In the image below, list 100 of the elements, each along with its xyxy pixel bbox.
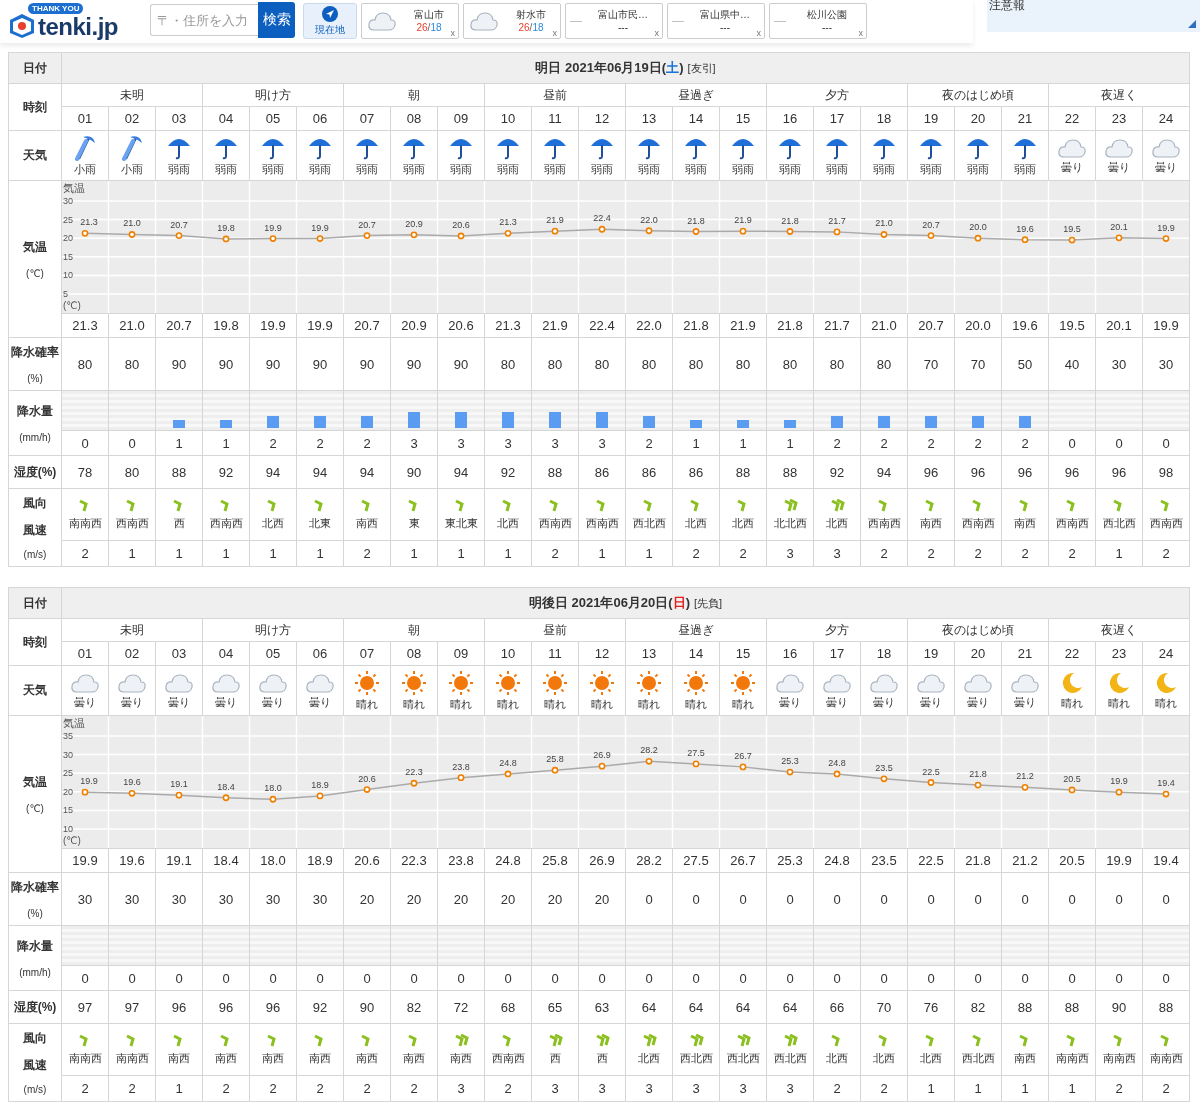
- wind-direction: 北西: [732, 515, 754, 531]
- data-label: 19.9: [311, 222, 329, 233]
- humidity-cell: 86: [626, 456, 672, 488]
- period-cell: 朝: [344, 619, 484, 641]
- period-cell: 明け方: [203, 619, 343, 641]
- data-label: 18.4: [217, 781, 235, 792]
- row-label: 時刻: [23, 633, 47, 651]
- hour-cell: 01: [62, 107, 108, 130]
- wind-direction: 西南西: [585, 515, 619, 531]
- data-label: 26.7: [734, 750, 752, 761]
- humidity-cell: 80: [109, 456, 155, 488]
- axis-tick-label: 30: [63, 196, 73, 206]
- precipitation-cell: 2: [626, 431, 672, 455]
- weather-label: 弱雨: [826, 161, 848, 177]
- hour-cell: 24: [1143, 642, 1189, 665]
- precipitation-cell: 0: [579, 966, 625, 990]
- humidity-cell: 64: [626, 991, 672, 1023]
- weather-label: 晴れ: [1061, 695, 1083, 711]
- wind-direction: 北西: [826, 515, 848, 531]
- probability-cell: 70: [908, 338, 954, 390]
- wind-direction: 南南西: [68, 515, 102, 531]
- humidity-cell: 94: [438, 456, 484, 488]
- temperature-cell: 23.8: [438, 849, 484, 872]
- wind-direction: 南南西: [68, 1050, 102, 1066]
- weather-label: 弱雨: [779, 161, 801, 177]
- data-label: 19.9: [80, 776, 98, 787]
- data-label: 19.9: [1157, 222, 1175, 233]
- precipitation-cell: 2: [344, 431, 390, 455]
- precipitation-cell: 3: [391, 431, 437, 455]
- temperature-cell: 19.8: [203, 314, 249, 337]
- wind-speed-cell: 3: [438, 1076, 484, 1101]
- hour-cell: 03: [156, 107, 202, 130]
- humidity-cell: 68: [485, 991, 531, 1023]
- axis-tick-label: 35: [63, 731, 73, 741]
- weather-label: 曇り: [1014, 694, 1036, 710]
- data-label: 23.8: [452, 761, 470, 772]
- hour-cell: 02: [109, 107, 155, 130]
- wind-speed-cell: 3: [579, 1076, 625, 1101]
- wind-direction: 西北西: [726, 1050, 760, 1066]
- row-label: 湿度(%): [13, 998, 57, 1016]
- hour-cell: 12: [579, 107, 625, 130]
- hour-cell: 08: [391, 107, 437, 130]
- wind-speed-cell: 2: [1096, 1076, 1142, 1101]
- wind-direction: 北北西: [773, 515, 807, 531]
- temperature-cell: 19.9: [250, 314, 296, 337]
- wind-direction: 南西: [215, 1050, 237, 1066]
- weather-label: 弱雨: [920, 161, 942, 177]
- weather-label: 曇り: [121, 694, 143, 710]
- temperature-cell: 27.5: [673, 849, 719, 872]
- probability-cell: 80: [720, 338, 766, 390]
- wind-direction: 南西: [262, 1050, 284, 1066]
- probability-cell: 30: [203, 873, 249, 925]
- precipitation-cell: 0: [861, 966, 907, 990]
- humidity-cell: 96: [156, 991, 202, 1023]
- probability-cell: 30: [1096, 338, 1142, 390]
- temperature-cell: 20.7: [344, 314, 390, 337]
- data-label: 20.6: [358, 773, 376, 784]
- wind-direction: 西北西: [679, 1050, 713, 1066]
- hour-cell: 07: [344, 107, 390, 130]
- probability-cell: 30: [156, 873, 202, 925]
- probability-cell: 50: [1002, 338, 1048, 390]
- period-cell: 朝: [344, 84, 484, 106]
- wind-speed-cell: 2: [203, 1076, 249, 1101]
- wind-direction: 北西: [262, 515, 284, 531]
- temperature-text: 26/18: [416, 21, 442, 34]
- axis-unit: (℃): [63, 835, 81, 846]
- precipitation-cell: 2: [955, 431, 1001, 455]
- wind-direction: 南西: [168, 1050, 190, 1066]
- dash-text: —: [672, 14, 684, 28]
- wind-speed-cell: 2: [485, 1076, 531, 1101]
- humidity-cell: 88: [767, 456, 813, 488]
- weather-label: 曇り: [826, 694, 848, 710]
- axis-tick-label: 20: [63, 233, 73, 244]
- wind-speed-cell: 2: [720, 541, 766, 566]
- wind-speed-cell: 2: [814, 1076, 860, 1101]
- hour-cell: 21: [1002, 107, 1048, 130]
- row-label: 風向: [23, 1030, 47, 1047]
- weather-label: 曇り: [309, 694, 331, 710]
- wind-direction: 西南西: [209, 515, 243, 531]
- probability-cell: 0: [1049, 873, 1095, 925]
- humidity-cell: 88: [1143, 991, 1189, 1023]
- data-label: 21.7: [828, 215, 846, 226]
- hour-cell: 13: [626, 642, 672, 665]
- humidity-cell: 82: [391, 991, 437, 1023]
- data-label: 25.3: [781, 756, 799, 767]
- unit-label: (m/s): [23, 1084, 47, 1095]
- wind-speed-cell: 1: [485, 541, 531, 566]
- row-label: 日付: [23, 594, 47, 612]
- precipitation-cell: 0: [1143, 966, 1189, 990]
- wind-direction: 北西: [873, 1050, 895, 1066]
- temperature-cell: 19.6: [1002, 314, 1048, 337]
- hour-cell: 06: [297, 642, 343, 665]
- period-cell: 未明: [62, 84, 202, 106]
- precipitation-cell: 0: [1002, 966, 1048, 990]
- weather-label: 曇り: [967, 694, 989, 710]
- axis-tick-label: 20: [63, 786, 73, 797]
- wind-direction: 南西: [1014, 515, 1036, 531]
- wind-speed-cell: 1: [1049, 1076, 1095, 1101]
- humidity-cell: 88: [1049, 991, 1095, 1023]
- hour-cell: 05: [250, 107, 296, 130]
